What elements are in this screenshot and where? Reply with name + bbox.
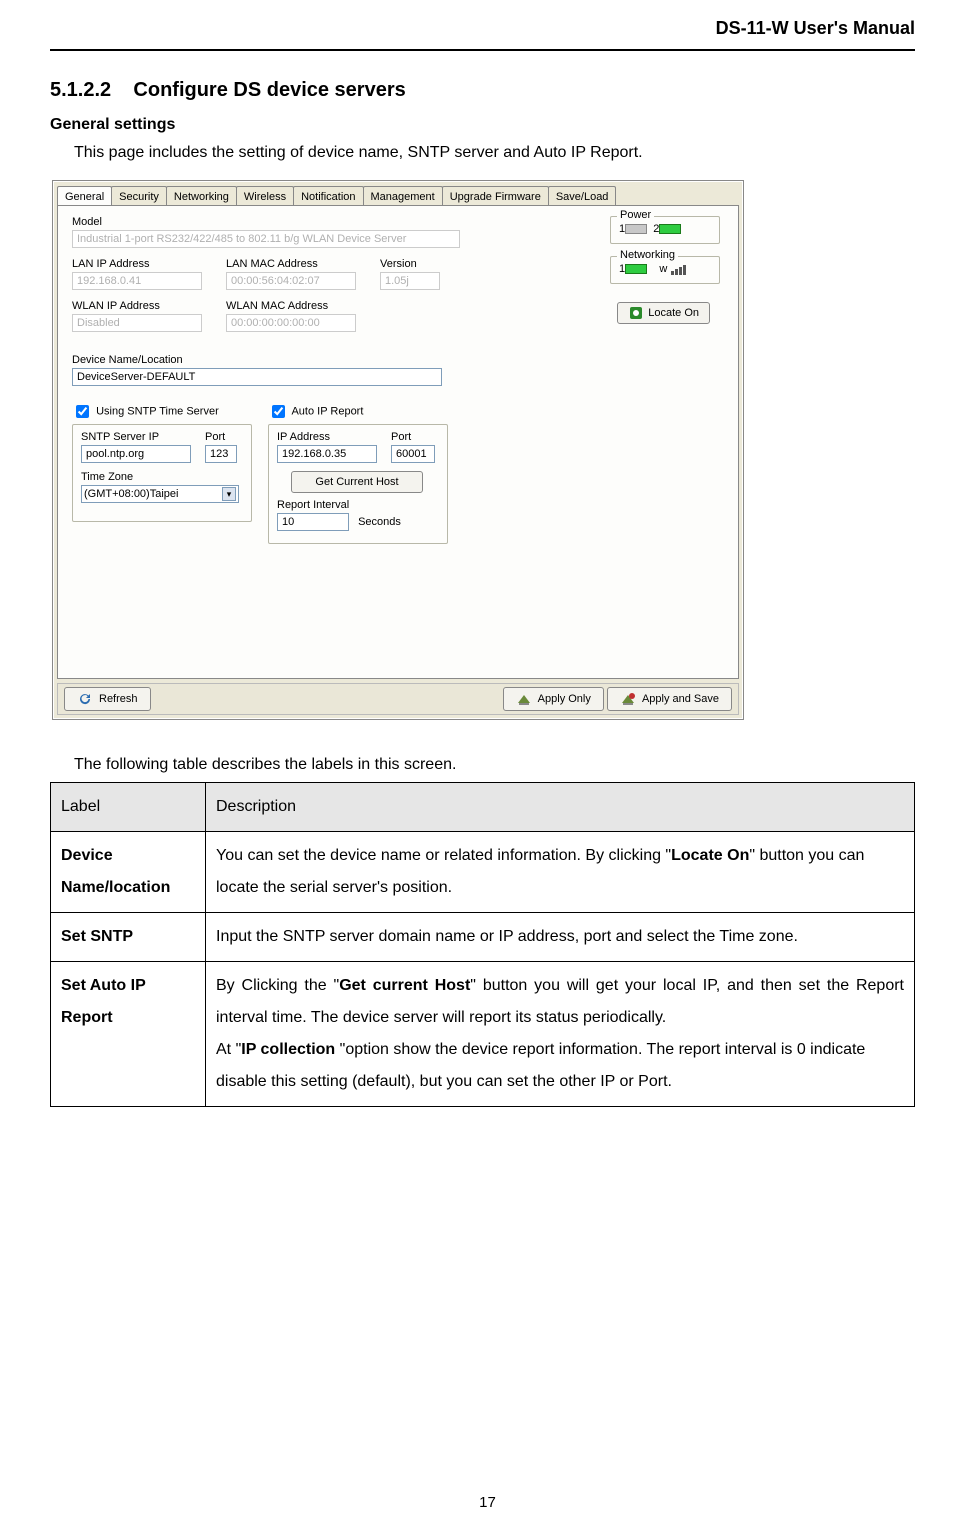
- power-1-led-icon: [625, 224, 647, 234]
- locate-on-button[interactable]: Locate On: [617, 302, 710, 324]
- row-device-name-desc: You can set the device name or related i…: [206, 832, 915, 913]
- row-device-name-label: Device Name/location: [51, 832, 206, 913]
- bold-get-current-host: Get current Host: [339, 977, 470, 994]
- device-name-label: Device Name/Location: [72, 354, 442, 366]
- networking-label: Networking: [617, 249, 678, 261]
- sntp-checkbox[interactable]: [76, 405, 89, 418]
- bottom-toolbar: Refresh Apply Only Apply and Save: [57, 683, 739, 715]
- lan-ip-label: LAN IP Address: [72, 258, 202, 270]
- autoip-ip-label: IP Address: [277, 431, 377, 443]
- th-desc: Description: [206, 783, 915, 832]
- version-value: 1.05j: [380, 272, 440, 290]
- apply-only-label: Apply Only: [538, 693, 591, 705]
- sntp-check-label: Using SNTP Time Server: [96, 405, 219, 417]
- row-sntp-label: Set SNTP: [51, 913, 206, 962]
- refresh-icon: [77, 691, 93, 707]
- lan-mac-label: LAN MAC Address: [226, 258, 356, 270]
- tab-management[interactable]: Management: [363, 186, 443, 205]
- apply-save-icon: [620, 691, 636, 707]
- row-sntp-desc: Input the SNTP server domain name or IP …: [206, 913, 915, 962]
- interval-label: Report Interval: [277, 499, 401, 511]
- tab-upgrade-firmware[interactable]: Upgrade Firmware: [442, 186, 549, 205]
- tab-strip: General Security Networking Wireless Not…: [53, 181, 743, 205]
- get-current-host-button[interactable]: Get Current Host: [291, 471, 423, 493]
- general-panel: Model Industrial 1-port RS232/422/485 to…: [57, 205, 739, 679]
- tz-select[interactable]: (GMT+08:00)Taipei ▾: [81, 485, 239, 503]
- bold-ip-collection: IP collection: [241, 1041, 339, 1058]
- lan-ip-value: 192.168.0.41: [72, 272, 202, 290]
- page-number: 17: [0, 1494, 975, 1511]
- interval-input[interactable]: [277, 513, 349, 531]
- text-fragment: At ": [216, 1041, 241, 1058]
- tab-networking[interactable]: Networking: [166, 186, 237, 205]
- app-window: General Security Networking Wireless Not…: [52, 180, 744, 720]
- refresh-label: Refresh: [99, 693, 138, 705]
- networking-status-box: Networking 1 w: [610, 256, 720, 284]
- tab-general[interactable]: General: [57, 186, 112, 205]
- autoip-ip-input[interactable]: [277, 445, 377, 463]
- text-fragment: You can set the device name or related i…: [216, 847, 671, 864]
- bold-locate-on: Locate On: [671, 847, 749, 864]
- table-intro: The following table describes the labels…: [50, 756, 915, 774]
- power-label: Power: [617, 209, 654, 221]
- interval-unit: Seconds: [358, 516, 401, 528]
- tab-save-load[interactable]: Save/Load: [548, 186, 617, 205]
- row-autoip-label: Set Auto IP Report: [51, 962, 206, 1107]
- autoip-port-label: Port: [391, 431, 435, 443]
- autoip-checkbox[interactable]: [272, 405, 285, 418]
- sntp-server-label: SNTP Server IP: [81, 431, 191, 443]
- tab-notification[interactable]: Notification: [293, 186, 363, 205]
- net-1-led-icon: [625, 264, 647, 274]
- model-label: Model: [72, 216, 460, 228]
- wlan-ip-label: WLAN IP Address: [72, 300, 202, 312]
- power-status-box: Power 1 2: [610, 216, 720, 244]
- net-w-label: w: [659, 263, 667, 275]
- apply-save-label: Apply and Save: [642, 693, 719, 705]
- device-name-input[interactable]: [72, 368, 442, 386]
- description-table: Label Description Device Name/location Y…: [50, 782, 915, 1107]
- section-number: 5.1.2.2: [50, 79, 111, 101]
- doc-header: DS-11-W User's Manual: [50, 12, 915, 51]
- autoip-port-input[interactable]: [391, 445, 435, 463]
- version-label: Version: [380, 258, 440, 270]
- apply-only-button[interactable]: Apply Only: [503, 687, 604, 711]
- apply-icon: [516, 691, 532, 707]
- locate-on-label: Locate On: [648, 307, 699, 319]
- subheading: General settings: [50, 116, 915, 134]
- row-autoip-desc: By Clicking the "Get current Host" butto…: [206, 962, 915, 1107]
- tz-label: Time Zone: [81, 471, 239, 483]
- wifi-signal-icon: [670, 263, 686, 275]
- section-heading: 5.1.2.2 Configure DS device servers: [50, 79, 915, 102]
- sntp-port-input[interactable]: [205, 445, 237, 463]
- sntp-server-input[interactable]: [81, 445, 191, 463]
- tab-wireless[interactable]: Wireless: [236, 186, 294, 205]
- wlan-ip-value: Disabled: [72, 314, 202, 332]
- chevron-down-icon: ▾: [222, 487, 236, 501]
- sntp-port-label: Port: [205, 431, 237, 443]
- intro-text: This page includes the setting of device…: [50, 144, 915, 162]
- autoip-check-label: Auto IP Report: [291, 405, 363, 417]
- lan-mac-value: 00:00:56:04:02:07: [226, 272, 356, 290]
- section-title: Configure DS device servers: [133, 79, 405, 101]
- th-label: Label: [51, 783, 206, 832]
- power-2-led-icon: [659, 224, 681, 234]
- autoip-group: IP Address Port Get Current Host Report …: [268, 424, 448, 544]
- sntp-group: SNTP Server IP Port Time Zone (GMT+08:00…: [72, 424, 252, 522]
- model-value: Industrial 1-port RS232/422/485 to 802.1…: [72, 230, 460, 248]
- refresh-button[interactable]: Refresh: [64, 687, 151, 711]
- tz-value: (GMT+08:00)Taipei: [84, 488, 178, 500]
- apply-save-button[interactable]: Apply and Save: [607, 687, 732, 711]
- text-fragment: By Clicking the ": [216, 977, 339, 994]
- tab-security[interactable]: Security: [111, 186, 167, 205]
- locate-icon: [628, 305, 644, 321]
- wlan-mac-value: 00:00:00:00:00:00: [226, 314, 356, 332]
- wlan-mac-label: WLAN MAC Address: [226, 300, 356, 312]
